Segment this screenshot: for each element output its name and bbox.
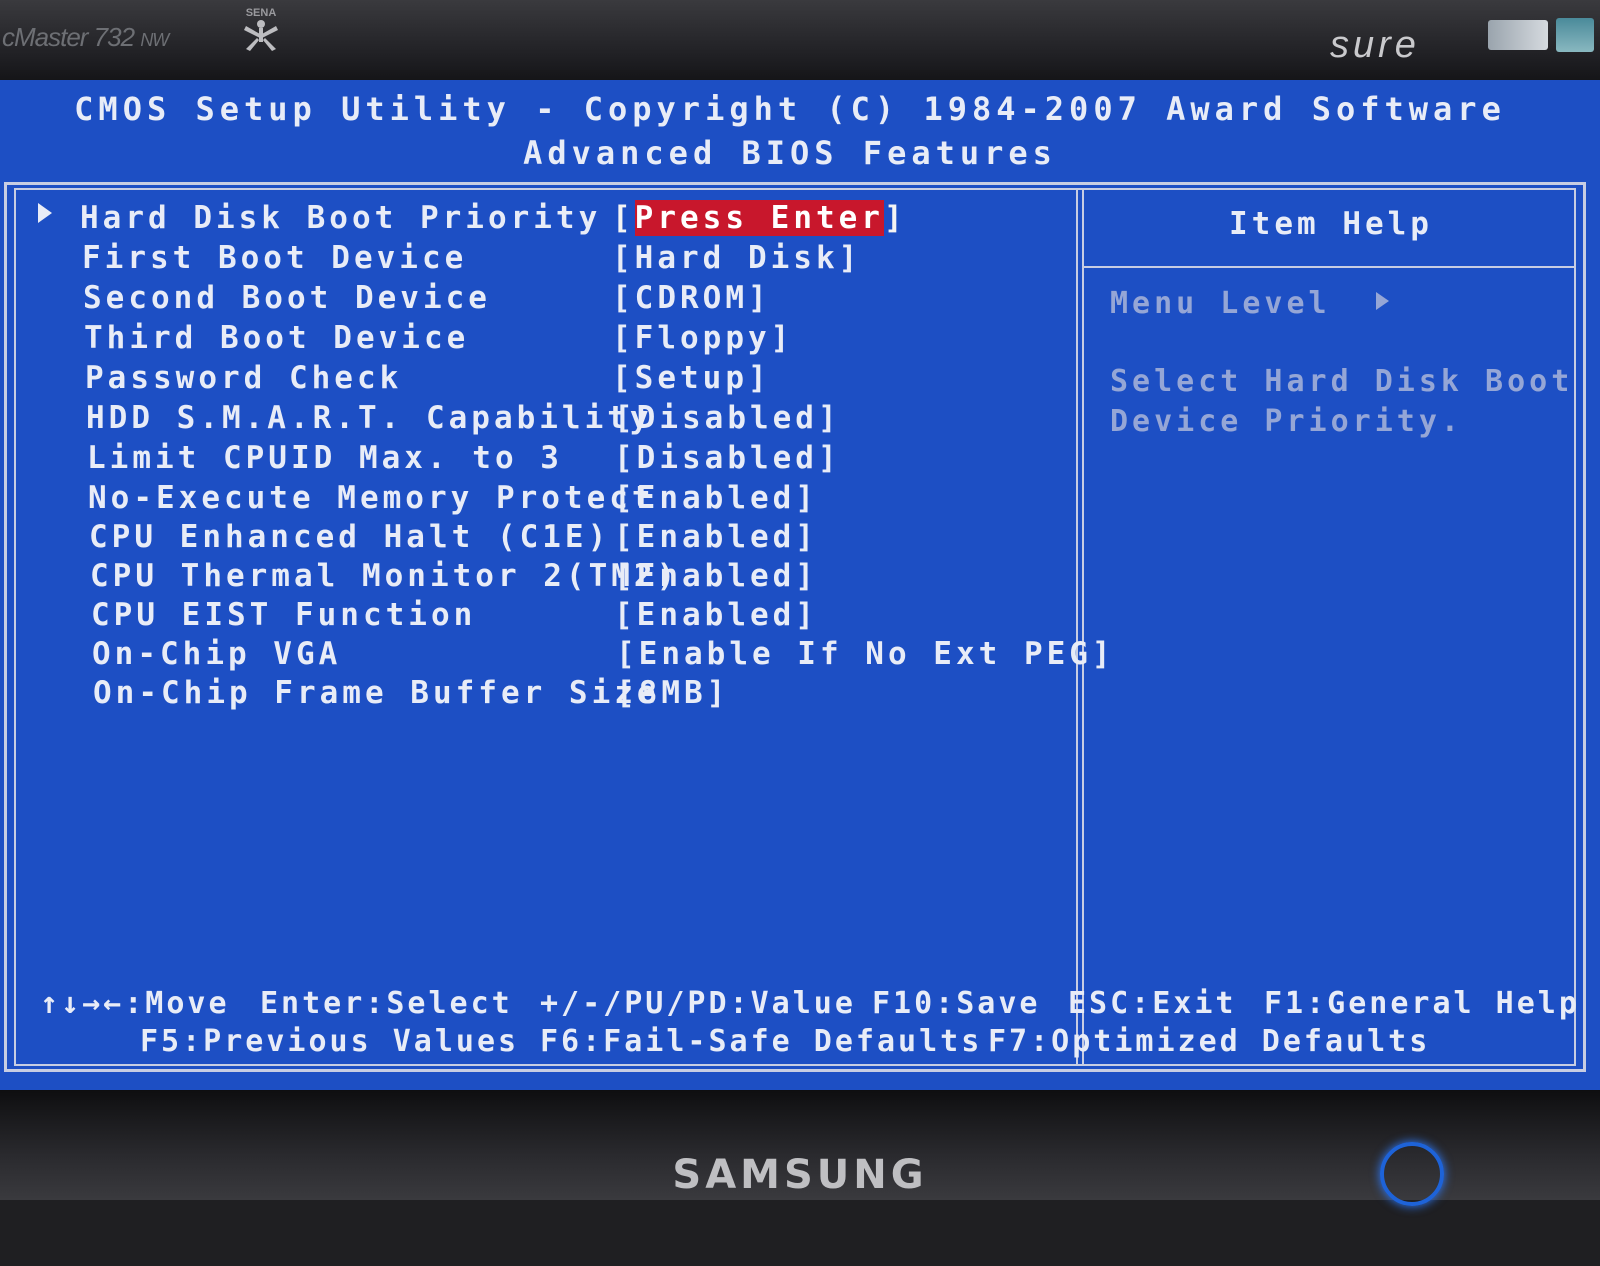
power-button-icon[interactable] (1380, 1142, 1444, 1206)
svg-text:SENA: SENA (246, 7, 277, 19)
setting-row-password-check[interactable]: Password Check [Setup] (0, 360, 1070, 398)
help-description: Select Hard Disk Boot (1110, 364, 1574, 399)
setting-row-tm2[interactable]: CPU Thermal Monitor 2(TM2) [Enabled] (0, 558, 1070, 596)
item-help-title: Item Help (1229, 206, 1433, 242)
footer-key-help: F1:General Help (1264, 986, 1580, 1021)
sena-logo-icon: SENA (244, 7, 278, 51)
setting-label: First Boot Device (82, 240, 468, 276)
setting-label: On-Chip VGA (92, 636, 342, 672)
setting-value[interactable]: [Disabled] (614, 400, 841, 436)
setting-value[interactable]: [Enabled] (614, 519, 818, 555)
setting-label: On-Chip Frame Buffer Size (93, 675, 660, 711)
setting-value[interactable]: [Setup] (612, 360, 771, 396)
setting-value[interactable]: [8MB] (616, 675, 729, 711)
setting-row-third-boot-device[interactable]: Third Boot Device [Floppy] (0, 320, 1070, 358)
footer-key-failsafe: F6:Fail-Safe Defaults (540, 1024, 983, 1059)
page-title: CMOS Setup Utility - Copyright (C) 1984-… (74, 90, 1506, 128)
setting-label: Second Boot Device (83, 280, 491, 316)
panel-divider (1076, 188, 1078, 1066)
setting-row-hdd-smart[interactable]: HDD S.M.A.R.T. Capability [Disabled] (0, 400, 1070, 438)
setting-value[interactable]: [Enabled] (614, 558, 818, 594)
setting-label: Hard Disk Boot Priority (80, 200, 602, 236)
help-separator (1084, 266, 1576, 268)
setting-label: CPU Enhanced Halt (C1E) (89, 519, 611, 555)
setting-label: CPU Thermal Monitor 2(TM2) (90, 558, 680, 594)
footer-key-optimized: F7:Optimized Defaults (988, 1024, 1431, 1059)
sticker (1556, 18, 1594, 52)
footer-key-move: ↑↓→←:Move (40, 986, 230, 1021)
monitor-brand-logo: SAMSUNG (672, 1152, 928, 1198)
setting-row-no-execute[interactable]: No-Execute Memory Protect [Enabled] (0, 480, 1070, 518)
bios-screen: CMOS Setup Utility - Copyright (C) 1984-… (0, 80, 1600, 1090)
setting-row-onchip-vga[interactable]: On-Chip VGA [Enable If No Ext PEG] (0, 636, 1111, 674)
page-subtitle: Advanced BIOS Features (523, 134, 1057, 172)
setting-label: Limit CPUID Max. to 3 (87, 440, 563, 476)
setting-row-eist[interactable]: CPU EIST Function [Enabled] (0, 597, 1070, 635)
setting-value[interactable]: [Enable If No Ext PEG] (616, 636, 1115, 672)
setting-label: HDD S.M.A.R.T. Capability (86, 400, 653, 436)
menu-level-arrow-icon (1376, 292, 1389, 310)
setting-label: Password Check (85, 360, 403, 396)
sticker (1488, 20, 1548, 50)
setting-value[interactable]: [Hard Disk] (612, 240, 861, 276)
setting-value[interactable]: [Enabled] (614, 597, 818, 633)
setting-label: Third Boot Device (84, 320, 470, 356)
sure-logo: sure (1330, 24, 1420, 66)
setting-value[interactable]: [Enabled] (614, 480, 818, 516)
setting-label: CPU EIST Function (91, 597, 477, 633)
help-description: Device Priority. (1110, 404, 1463, 439)
selected-value-highlight: Press Enter (634, 200, 884, 236)
setting-row-second-boot-device[interactable]: Second Boot Device [CDROM] (0, 280, 1070, 318)
panel-divider (1082, 188, 1084, 1066)
setting-value[interactable]: [CDROM] (612, 280, 771, 316)
footer-key-previous: F5:Previous Values (140, 1024, 520, 1059)
footer-key-save: F10:Save (872, 986, 1041, 1021)
setting-row-hard-disk-boot-priority[interactable]: Hard Disk Boot Priority [Press Enter] (0, 200, 1070, 238)
setting-value[interactable]: [Disabled] (614, 440, 841, 476)
setting-value[interactable]: [Floppy] (612, 320, 793, 356)
setting-value[interactable]: [Press Enter] (612, 200, 907, 236)
monitor-model-label: cMaster 732 NW (2, 22, 169, 52)
menu-level-label: Menu Level (1110, 286, 1331, 321)
footer-key-value: +/-/PU/PD:Value (540, 986, 856, 1021)
setting-label: No-Execute Memory Protect (88, 480, 655, 516)
monitor-bezel-top: cMaster 732 NW SENA sure (0, 0, 1600, 80)
setting-row-limit-cpuid[interactable]: Limit CPUID Max. to 3 [Disabled] (0, 440, 1070, 478)
setting-row-first-boot-device[interactable]: First Boot Device [Hard Disk] (0, 240, 1070, 278)
footer-key-exit: ESC:Exit (1068, 986, 1237, 1021)
setting-row-frame-buffer[interactable]: On-Chip Frame Buffer Size [8MB] (0, 675, 1070, 713)
footer-key-select: Enter:Select (260, 986, 513, 1021)
submenu-arrow-icon (38, 203, 52, 223)
setting-row-c1e[interactable]: CPU Enhanced Halt (C1E) [Enabled] (0, 519, 1070, 557)
